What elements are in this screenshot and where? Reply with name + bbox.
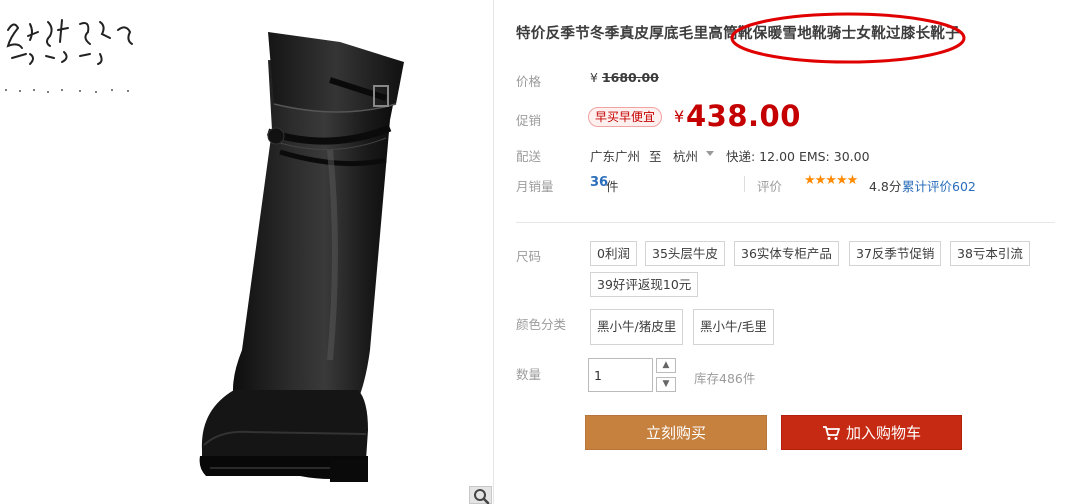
- price-label: 价格: [516, 74, 542, 89]
- color-option[interactable]: 黑小牛/猪皮里: [590, 309, 684, 345]
- monthly-sales-label: 月销量: [516, 179, 554, 194]
- color-label: 颜色分类: [516, 317, 567, 332]
- size-option[interactable]: 0利润: [590, 241, 637, 266]
- cart-icon: [822, 426, 840, 440]
- chevron-down-icon: ▼: [662, 379, 670, 389]
- chevron-up-icon: ▲: [662, 360, 670, 370]
- product-image-area: [0, 0, 492, 504]
- add-to-cart-label: 加入购物车: [845, 424, 921, 442]
- original-price-value: 1680.00: [601, 70, 659, 85]
- section-divider: [516, 222, 1055, 223]
- currency-symbol: ¥: [590, 70, 598, 85]
- shipping-label: 配送: [516, 149, 542, 164]
- buy-now-button[interactable]: 立刻购买: [585, 415, 767, 450]
- original-price: ¥ 1680.00: [590, 70, 659, 85]
- ship-destination-select[interactable]: 杭州: [673, 146, 698, 165]
- promo-price: 438.00: [686, 99, 801, 133]
- review-count-link[interactable]: 累计评价602: [902, 176, 976, 195]
- chevron-down-icon[interactable]: [706, 151, 714, 156]
- quantity-label: 数量: [516, 367, 542, 382]
- size-option[interactable]: 36实体专柜产品: [734, 241, 839, 266]
- size-option[interactable]: 39好评返现10元: [590, 272, 699, 297]
- size-option[interactable]: 38亏本引流: [950, 241, 1030, 266]
- quantity-input[interactable]: [588, 358, 653, 392]
- promo-currency-symbol: ¥: [674, 107, 685, 126]
- quantity-decrease-button[interactable]: ▼: [656, 377, 676, 392]
- promo-badge: 早买早便宜: [588, 107, 663, 127]
- monthly-sales-unit: 件: [606, 179, 619, 194]
- panel-divider: [493, 0, 494, 504]
- magnifier-icon: [474, 489, 490, 504]
- quantity-increase-button[interactable]: ▲: [656, 358, 676, 373]
- ship-to-word: 至: [649, 149, 662, 164]
- ship-from: 广东广州: [590, 149, 641, 164]
- buy-now-label: 立刻购买: [645, 424, 706, 442]
- shipping-fee: 快递: 12.00 EMS: 30.00: [726, 149, 870, 164]
- review-score: 4.8分: [869, 179, 902, 194]
- separator: [744, 176, 745, 192]
- add-to-cart-button[interactable]: 加入购物车: [781, 415, 962, 450]
- size-option[interactable]: 35头层牛皮: [645, 241, 725, 266]
- review-label: 评价: [757, 179, 783, 194]
- boot-image: [199, 32, 404, 482]
- stock-count: 库存486件: [694, 371, 756, 386]
- size-label: 尺码: [516, 249, 542, 264]
- zoom-button[interactable]: [469, 486, 492, 504]
- size-option[interactable]: 37反季节促销: [849, 241, 942, 266]
- color-option[interactable]: 黑小牛/毛里: [693, 309, 774, 345]
- star-rating-icon: ★★★★★: [804, 173, 858, 188]
- promo-label: 促销: [516, 113, 542, 128]
- scribble-decoration: [5, 19, 133, 93]
